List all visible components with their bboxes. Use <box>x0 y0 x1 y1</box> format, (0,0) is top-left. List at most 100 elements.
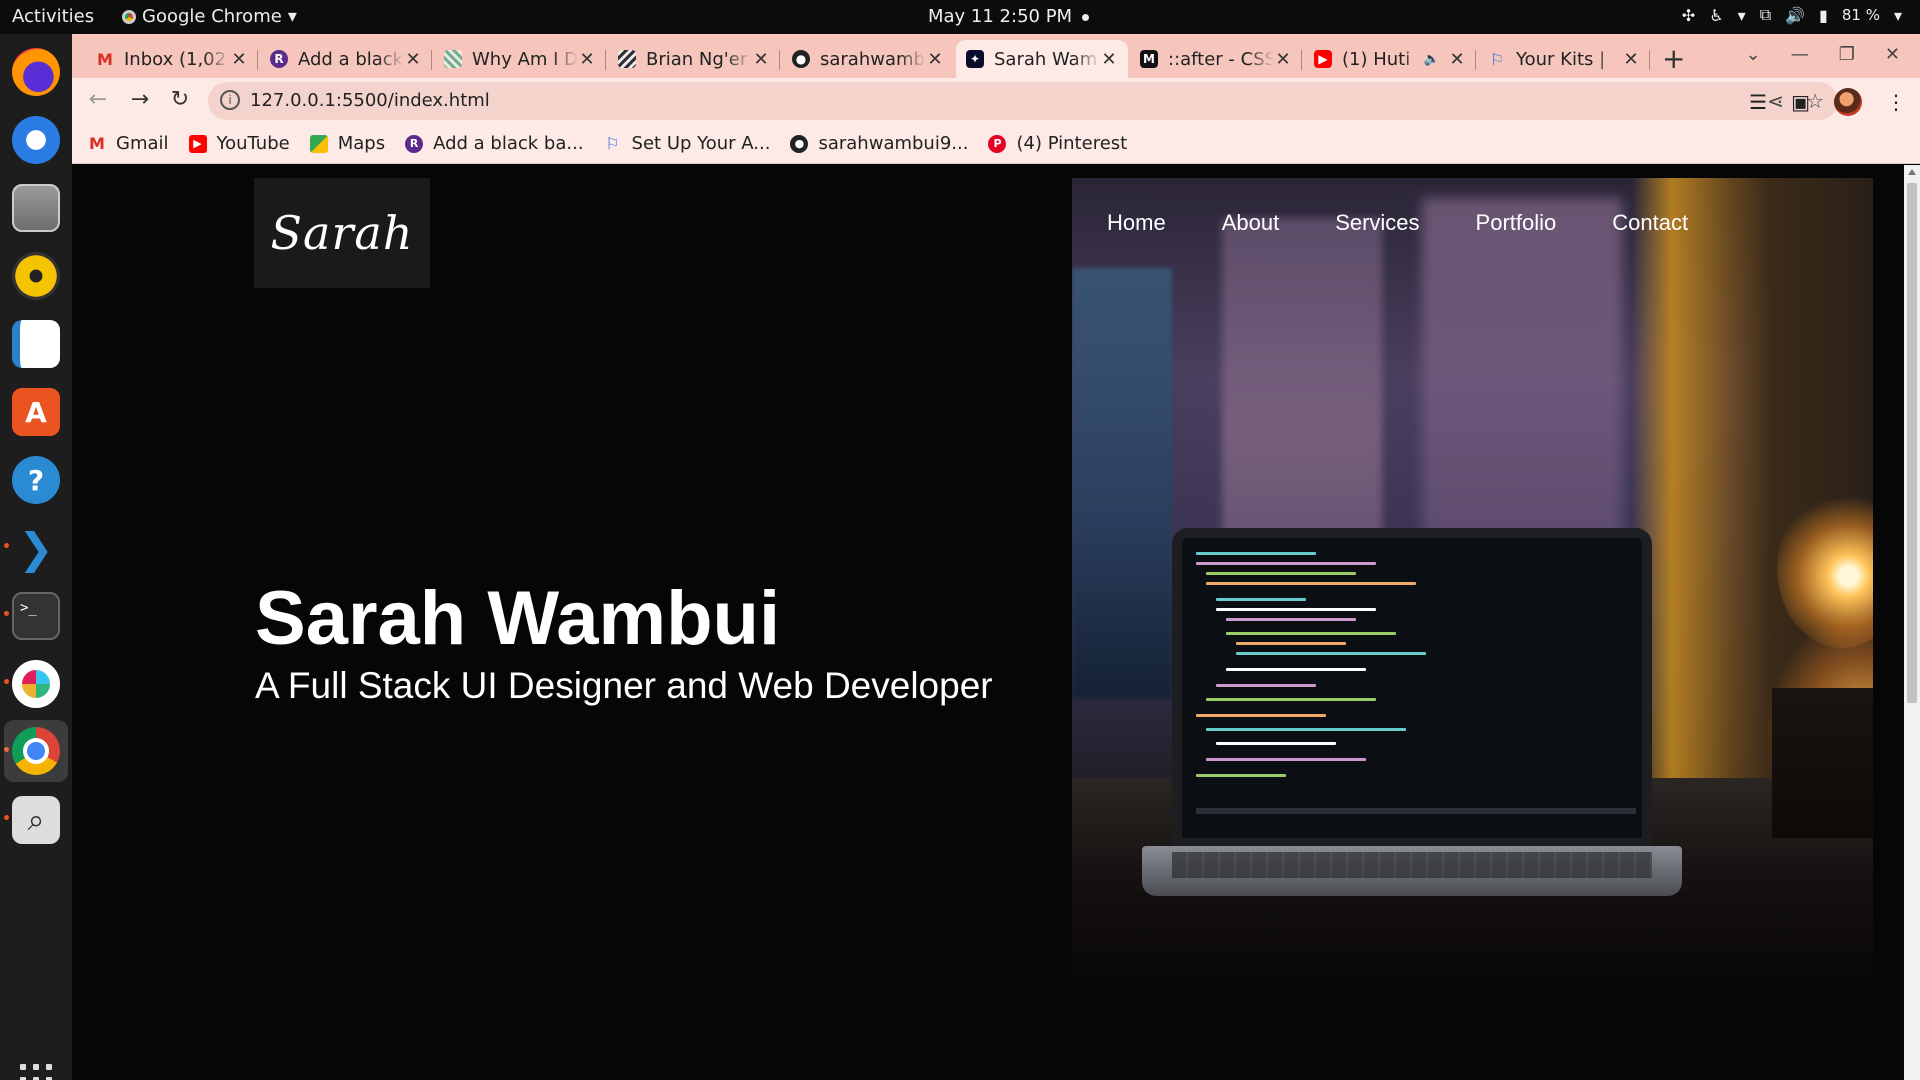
close-icon[interactable]: ✕ <box>230 49 248 70</box>
tab-title: Add a black <box>298 48 404 70</box>
hero-name: Sarah Wambui <box>255 576 781 661</box>
tab-title: (1) Huti <box>1342 48 1411 70</box>
forward-icon[interactable]: → <box>126 87 154 112</box>
libreoffice-writer-icon[interactable] <box>12 320 60 368</box>
show-applications-icon[interactable] <box>20 1064 52 1080</box>
ubuntu-software-icon[interactable]: A <box>12 388 60 436</box>
tab-title: sarahwamb <box>820 48 925 70</box>
bookmarks-bar: M Gmail ▶ YouTube Maps R Add a black ba... … <box>72 124 1920 164</box>
bookmark-youtube[interactable]: ▶ YouTube <box>188 133 290 154</box>
hero-image <box>1072 178 1873 978</box>
menu-kebab-icon[interactable]: ⋮ <box>1886 90 1906 114</box>
nav-contact[interactable]: Contact <box>1612 210 1688 236</box>
restore-icon[interactable]: ❐ <box>1839 44 1855 65</box>
tab-search-icon[interactable]: ⌄ <box>1746 44 1761 65</box>
thunderbird-icon[interactable] <box>12 116 60 164</box>
close-icon[interactable]: ✕ <box>1448 49 1466 70</box>
rhythmbox-icon[interactable] <box>12 252 60 300</box>
volume-icon: 🔊 <box>1785 5 1806 25</box>
bookmark-maps[interactable]: Maps <box>309 133 385 154</box>
google-chrome-icon <box>12 727 60 775</box>
tab-your-kits[interactable]: ⚐ Your Kits | ✕ <box>1478 40 1650 78</box>
system-tray[interactable]: ✣ ♿ ▾ ⧉ 🔊 ▮ 81 % ▾ <box>1682 5 1902 25</box>
page-scrollbar[interactable] <box>1904 165 1920 1080</box>
github-icon: ● <box>790 134 809 153</box>
close-icon[interactable]: ✕ <box>1274 49 1292 70</box>
window-controls: ⌄ — ❐ ✕ <box>1746 44 1900 65</box>
tab-strip: M Inbox (1,02 ✕ R Add a black ✕ Why Am I… <box>72 34 1920 78</box>
chevron-down-icon: ▾ <box>1893 5 1902 25</box>
chrome-icon <box>122 9 136 24</box>
close-window-icon[interactable]: ✕ <box>1885 44 1900 65</box>
scrollbar-thumb[interactable] <box>1907 183 1917 703</box>
tab-title: Your Kits | <box>1516 48 1606 70</box>
laptop-image <box>1172 528 1652 848</box>
minimize-icon[interactable]: — <box>1791 44 1809 65</box>
page-viewport: Sarah Home About Services Portfolio Cont… <box>72 165 1920 1080</box>
nav-services[interactable]: Services <box>1335 210 1419 236</box>
tab-after-css[interactable]: M ::after - CSS ✕ <box>1130 40 1302 78</box>
dock: A ? ❯ >_ ⌕ <box>0 34 72 1080</box>
nav-portfolio[interactable]: Portfolio <box>1476 210 1557 236</box>
bookmark-github[interactable]: ● sarahwambui9... <box>790 133 968 154</box>
terminal-icon[interactable]: >_ <box>12 592 60 640</box>
tab-inbox[interactable]: M Inbox (1,02 ✕ <box>86 40 258 78</box>
bookmark-label: (4) Pinterest <box>1016 133 1128 154</box>
side-panel-icon[interactable]: ▣ <box>1791 90 1810 114</box>
tab-github[interactable]: ● sarahwamb ✕ <box>782 40 954 78</box>
pattern-icon <box>444 50 462 68</box>
flag-icon: ⚐ <box>605 134 620 153</box>
bookmark-label: Gmail <box>116 133 169 154</box>
tab-title: Inbox (1,02 <box>124 48 227 70</box>
firefox-icon[interactable] <box>12 48 60 96</box>
youtube-icon: ▶ <box>188 134 207 153</box>
files-icon[interactable] <box>12 184 60 232</box>
bookmark-add-black[interactable]: R Add a black ba... <box>405 133 584 154</box>
clock[interactable]: May 11 2:50 PM <box>928 6 1090 27</box>
close-icon[interactable]: ✕ <box>926 49 944 70</box>
close-icon[interactable]: ✕ <box>752 49 770 70</box>
help-icon[interactable]: ? <box>12 456 60 504</box>
r-icon: R <box>405 134 424 153</box>
image-viewer-icon[interactable]: ⌕ <box>12 796 60 844</box>
close-icon[interactable]: ✕ <box>578 49 596 70</box>
back-icon[interactable]: ← <box>84 87 112 112</box>
tab-youtube[interactable]: ▶ (1) Huti 🔈 ✕ <box>1304 40 1476 78</box>
tab-brian[interactable]: Brian Ng'er ✕ <box>608 40 780 78</box>
bookmark-set-up[interactable]: ⚐ Set Up Your A... <box>604 133 770 154</box>
tab-add-black[interactable]: R Add a black ✕ <box>260 40 432 78</box>
close-icon[interactable]: ✕ <box>404 49 422 70</box>
profile-avatar[interactable] <box>1834 88 1862 116</box>
scroll-up-icon[interactable] <box>1908 169 1916 175</box>
app-menu[interactable]: Google Chrome ▾ <box>122 6 297 27</box>
pattern-icon <box>618 50 636 68</box>
activities-button[interactable]: Activities <box>12 6 94 27</box>
new-tab-button[interactable]: + <box>1662 42 1685 75</box>
site-nav: Home About Services Portfolio Contact <box>1072 178 1873 268</box>
browser-toolbar: ← → ↻ i 127.0.0.1:5500/index.html ⋖ ☆ ☰ … <box>72 78 1920 124</box>
site-info-icon[interactable]: i <box>220 90 240 110</box>
url-text[interactable]: 127.0.0.1:5500/index.html <box>250 90 490 111</box>
close-icon[interactable]: ✕ <box>1100 49 1118 70</box>
address-bar[interactable]: i 127.0.0.1:5500/index.html ⋖ ☆ <box>208 82 1838 120</box>
slack-icon[interactable] <box>12 660 60 708</box>
reading-list-icon[interactable]: ☰ <box>1749 90 1767 114</box>
tab-why-am-i[interactable]: Why Am I D ✕ <box>434 40 606 78</box>
close-icon[interactable]: ✕ <box>1622 49 1640 70</box>
tab-title: Why Am I D <box>472 48 578 70</box>
google-chrome-dock-item[interactable] <box>4 720 68 782</box>
bookmark-label: YouTube <box>216 133 290 154</box>
nav-about[interactable]: About <box>1222 210 1280 236</box>
reload-icon[interactable]: ↻ <box>166 87 194 112</box>
speaker-icon[interactable]: 🔈 <box>1424 52 1440 67</box>
site-logo[interactable]: Sarah <box>254 178 430 288</box>
bookmark-label: Add a black ba... <box>433 133 584 154</box>
vscode-icon[interactable]: ❯ <box>12 524 60 573</box>
bookmark-pinterest[interactable]: P (4) Pinterest <box>988 133 1127 154</box>
nav-home[interactable]: Home <box>1107 210 1166 236</box>
bookmark-gmail[interactable]: M Gmail <box>88 133 169 154</box>
chevron-down-icon: ▾ <box>1737 5 1746 25</box>
clock-text: May 11 2:50 PM <box>928 6 1073 27</box>
network-icon: ✣ <box>1681 5 1696 25</box>
tab-sarah-wambui[interactable]: ✦ Sarah Wam ✕ <box>956 40 1128 78</box>
